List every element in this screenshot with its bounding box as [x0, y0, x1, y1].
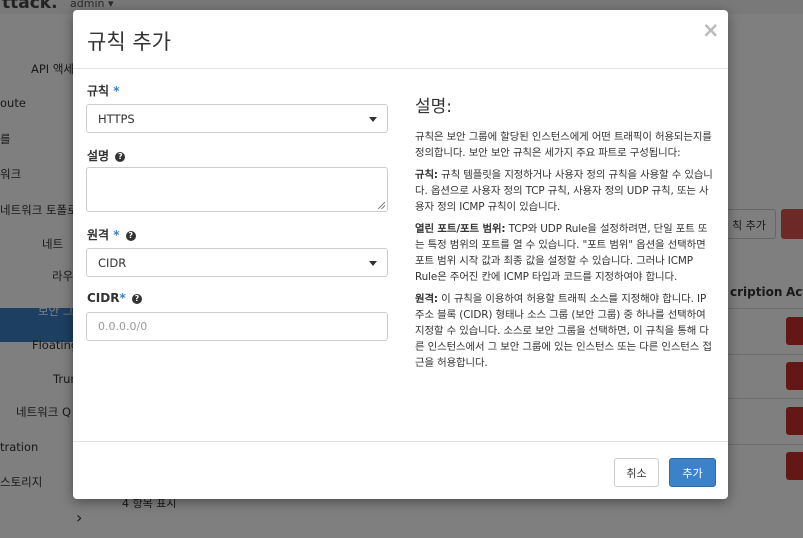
help-port-term: 열린 포트/포트 범위:: [415, 223, 506, 235]
modal-title: 규칙 추가: [87, 30, 171, 54]
help-rule-term: 규칙:: [415, 169, 438, 181]
rule-select-value: HTTPS: [98, 112, 135, 126]
question-circle-icon[interactable]: ?: [115, 152, 126, 162]
remote-label-text: 원격: [87, 228, 110, 242]
remote-select[interactable]: CIDR: [86, 248, 388, 277]
help-rule: 규칙: 규칙 템플릿을 지정하거나 사용자 정의 규칙을 사용할 수 있습니다.…: [415, 167, 713, 215]
close-icon[interactable]: ×: [702, 20, 720, 41]
cidr-label: CIDR* ?: [87, 291, 142, 305]
add-rule-modal: 규칙 추가 × 규칙 * HTTPS 설명 ? 원격 * ? CIDR CIDR…: [73, 10, 728, 499]
required-marker: *: [113, 228, 120, 242]
help-remote: 원격: 이 규칙을 이용하여 허용할 트래픽 소스를 지정해야 합니다. IP …: [415, 291, 713, 371]
help-panel: 설명: 규칙은 보안 그룹에 할당된 인스턴스에게 어떤 트래픽이 허용되는지를…: [415, 92, 713, 377]
cancel-button[interactable]: 취소: [614, 458, 659, 487]
modal-header: 규칙 추가 ×: [73, 10, 728, 69]
rule-label: 규칙 *: [87, 82, 120, 99]
rule-select[interactable]: HTTPS: [86, 104, 388, 133]
resize-grip-icon[interactable]: [378, 202, 385, 209]
description-textarea[interactable]: [86, 167, 388, 212]
description-label-text: 설명: [87, 149, 110, 163]
help-title: 설명:: [415, 97, 453, 117]
modal-footer: 취소 추가: [73, 441, 728, 499]
required-marker: *: [113, 84, 120, 98]
help-remote-text: 이 규칙을 이용하여 허용할 트래픽 소스를 지정해야 합니다. IP 주소 블…: [415, 293, 712, 369]
remote-select-value: CIDR: [98, 256, 127, 270]
help-intro: 규칙은 보안 그룹에 할당된 인스턴스에게 어떤 트래픽이 허용되는지를 정의합…: [415, 131, 712, 159]
question-circle-icon[interactable]: ?: [131, 294, 142, 304]
help-remote-term: 원격:: [415, 293, 438, 305]
remote-label: 원격 * ?: [87, 226, 136, 243]
cidr-label-text: CIDR: [87, 291, 120, 305]
required-marker: *: [119, 291, 126, 305]
question-circle-icon[interactable]: ?: [125, 231, 136, 241]
rule-label-text: 규칙: [87, 84, 110, 98]
help-port: 열린 포트/포트 범위: TCP와 UDP Rule을 설정하려면, 단일 포트…: [415, 221, 713, 285]
caret-down-icon: [369, 261, 377, 266]
add-button[interactable]: 추가: [669, 458, 716, 487]
description-label: 설명 ?: [87, 147, 126, 164]
cidr-input[interactable]: [86, 312, 388, 341]
caret-down-icon: [369, 117, 377, 122]
help-rule-text: 규칙 템플릿을 지정하거나 사용자 정의 규칙을 사용할 수 있습니다. 옵션으…: [415, 169, 713, 213]
